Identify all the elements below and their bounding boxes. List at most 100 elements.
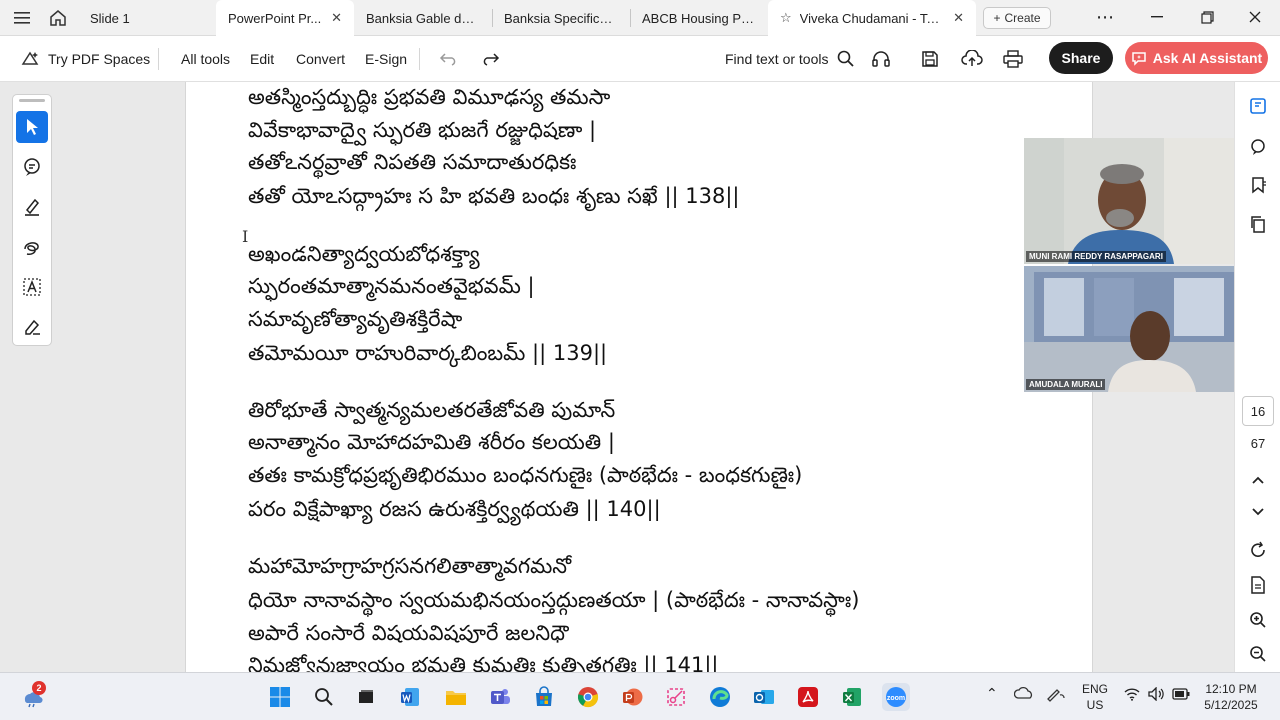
edit-label: Edit (250, 51, 275, 67)
ask-ai-label: Ask AI Assistant (1152, 50, 1263, 66)
input-language-indicator[interactable]: ENG US (1079, 681, 1111, 713)
tab-label: Banksia Specificati... (504, 10, 618, 26)
word-icon[interactable] (396, 683, 424, 711)
excel-icon[interactable] (838, 683, 866, 711)
verse-line: మహామోహగ్రాహగ్రసనగలితాత్మావగమనో (248, 554, 572, 578)
video-tile-participant-2[interactable]: AMUDALA MURALI (1024, 266, 1248, 392)
verse-line: పరం విక్షేపాఖ్యా రజస ఉరుశక్తిర్వ్యథయతి |… (248, 497, 661, 521)
find-tools-button[interactable]: Find text or tools (725, 36, 855, 82)
edit-button[interactable]: Edit (250, 36, 274, 82)
verse-line: తతః కామక్రోధప్రభృతిభిరముం బంధనగుణైః (పాఠ… (248, 463, 803, 487)
bookmark-icon[interactable] (1244, 171, 1272, 199)
close-icon[interactable]: ✕ (953, 10, 964, 26)
zoom-in-icon[interactable] (1244, 606, 1272, 634)
chrome-icon[interactable] (574, 683, 602, 711)
select-cursor-icon[interactable] (16, 111, 48, 143)
comment-icon[interactable] (16, 151, 48, 183)
tab-label: Viveka Chudamani - Tel... (799, 10, 946, 26)
text-box-icon[interactable] (16, 271, 48, 303)
restore-icon[interactable] (1184, 0, 1230, 34)
current-page-input[interactable]: 16 (1242, 396, 1274, 426)
tab-viveka-chudamani[interactable]: ☆ Viveka Chudamani - Tel... ✕ (768, 0, 976, 36)
verse-line: నిమజ్జ్యోన్మజ్జ్యాయం భ్రమతి కుమతిః కుత్స… (248, 653, 719, 672)
more-options-icon[interactable]: ⋯ (1082, 0, 1128, 34)
print-icon[interactable] (1003, 36, 1023, 82)
save-icon[interactable] (921, 36, 939, 82)
participant-video-image (1024, 266, 1248, 392)
pdf-page[interactable]: అతస్మింస్తద్బుద్ధిః ప్రభవతి విమూఢస్య తమస… (185, 82, 1093, 672)
outlook-icon[interactable] (750, 683, 778, 711)
close-icon[interactable]: ✕ (331, 10, 342, 26)
edge-icon[interactable] (706, 683, 734, 711)
tab-slide-1[interactable]: Slide 1 (78, 0, 216, 36)
tab-label: Slide 1 (90, 10, 130, 26)
windows-start-icon[interactable] (266, 683, 294, 711)
wifi-icon[interactable] (1124, 687, 1140, 704)
upload-cloud-icon[interactable] (961, 36, 983, 82)
tab-label: PowerPoint Pr... (228, 10, 322, 26)
redo-icon[interactable] (480, 36, 500, 82)
system-clock[interactable]: 12:10 PM 5/12/2025 (1196, 681, 1266, 713)
convert-button[interactable]: Convert (296, 36, 345, 82)
file-explorer-icon[interactable] (442, 683, 470, 711)
volume-icon[interactable] (1148, 686, 1164, 704)
drag-handle[interactable] (19, 99, 45, 102)
tab-banksia-gable[interactable]: Banksia Gable des... (354, 0, 492, 36)
toolbar-divider (419, 48, 420, 70)
quick-tools-rail (12, 94, 52, 346)
ai-summary-icon[interactable] (1244, 92, 1272, 120)
next-page-icon[interactable] (1244, 498, 1272, 526)
copy-pages-icon[interactable] (1244, 210, 1272, 238)
task-view-icon[interactable] (352, 683, 380, 711)
fill-sign-icon[interactable] (16, 311, 48, 343)
try-pdf-spaces-label: Try PDF Spaces (48, 51, 151, 67)
acrobat-icon[interactable] (794, 683, 822, 711)
store-icon[interactable] (530, 683, 558, 711)
all-tools-label: All tools (181, 51, 231, 67)
svg-text:zoom: zoom (887, 695, 905, 702)
plus-icon: + (993, 11, 1001, 25)
try-pdf-spaces-button[interactable]: Try PDF Spaces (20, 36, 150, 82)
previous-page-icon[interactable] (1244, 466, 1272, 494)
ask-ai-assistant-button[interactable]: Ask AI Assistant (1125, 42, 1268, 74)
menu-icon[interactable] (8, 4, 36, 32)
comments-icon[interactable] (1244, 133, 1272, 161)
esign-button[interactable]: E-Sign (365, 36, 407, 82)
minimize-icon[interactable] (1134, 0, 1180, 34)
draw-icon[interactable] (16, 231, 48, 263)
convert-label: Convert (296, 51, 346, 67)
create-label: Create (1004, 11, 1041, 25)
snipping-tool-icon[interactable] (662, 683, 690, 711)
verse-line: తతోఽనర్థవ్రాతో నిపతతి సమాదాతురధికః (248, 150, 577, 174)
share-button[interactable]: Share (1049, 42, 1113, 74)
video-tile-participant-1[interactable]: MUNI RAMI REDDY RASAPPAGARI (1024, 138, 1248, 264)
tab-abcb-housing[interactable]: ABCB Housing Pro... (630, 0, 768, 36)
close-window-icon[interactable] (1232, 0, 1278, 34)
create-tab-button[interactable]: + Create (983, 7, 1051, 29)
spaces-icon (21, 51, 39, 65)
share-label: Share (1061, 50, 1101, 66)
highlight-icon[interactable] (16, 191, 48, 223)
all-tools-button[interactable]: All tools (181, 36, 230, 82)
powerpoint-icon[interactable] (618, 683, 646, 711)
undo-icon[interactable] (439, 36, 459, 82)
zoom-app-icon[interactable]: zoom (882, 683, 910, 711)
ai-assistant-icon (1132, 52, 1146, 66)
teams-icon[interactable] (486, 683, 514, 711)
tab-powerpoint[interactable]: PowerPoint Pr... ✕ (216, 0, 354, 36)
home-icon[interactable] (44, 4, 72, 32)
verse-line: అపారే సంసారే విషయవిషపూరే జలనిధౌ (248, 621, 569, 645)
fit-page-icon[interactable] (1244, 571, 1272, 599)
pen-input-icon[interactable] (1046, 686, 1066, 705)
tab-banksia-spec[interactable]: Banksia Specificati... (492, 0, 630, 36)
zoom-out-icon[interactable] (1244, 640, 1272, 668)
browser-tab-strip: Slide 1 PowerPoint Pr... ✕ Banksia Gable… (0, 0, 1280, 36)
battery-icon[interactable] (1172, 688, 1190, 703)
search-icon[interactable] (310, 683, 338, 711)
tab-label: ABCB Housing Pro... (642, 10, 756, 26)
refresh-icon[interactable] (1244, 536, 1272, 564)
verse-line: తతో యోఽసద్గ్రాహః స హి భవతి బంధః శృణు సఖే… (248, 184, 740, 208)
show-hidden-icons-icon[interactable]: ⌃ (986, 685, 998, 702)
onedrive-cloud-icon[interactable] (1013, 686, 1034, 703)
read-aloud-icon[interactable] (871, 36, 891, 82)
